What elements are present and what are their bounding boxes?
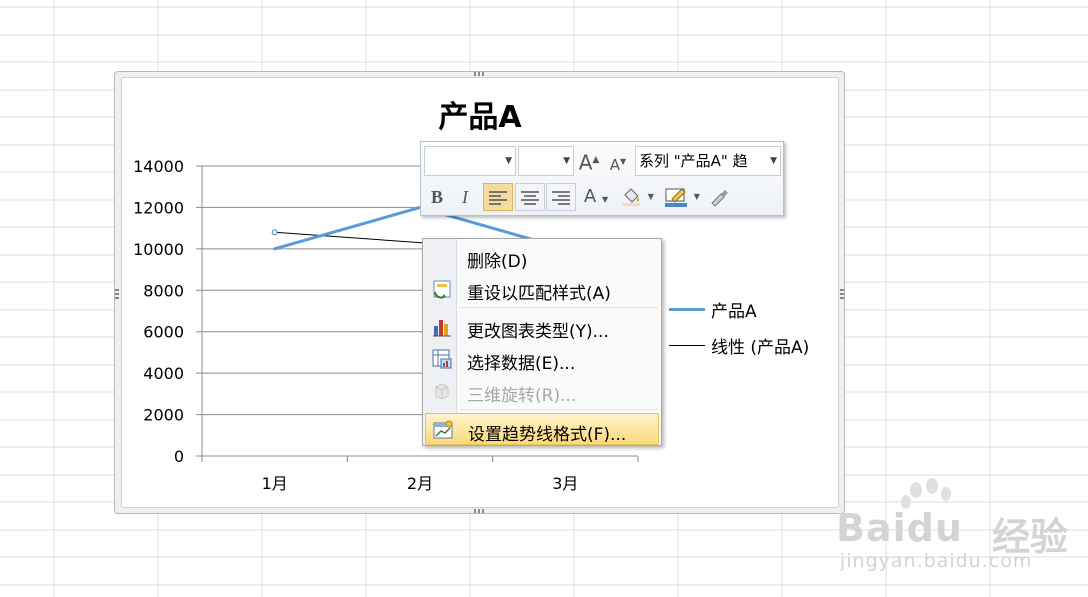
menu-item-label: 三维旋转(R)... (467, 386, 577, 406)
x-tick-label: 1月 (262, 474, 288, 493)
legend-item-product-a[interactable]: 产品A (669, 297, 757, 322)
mini-toolbar: ▼ ▼ A▲ A▼ 系列 "产品A" 趋 ▼ B I A ▼ ▼ ▼ (420, 141, 784, 216)
outline-color-button[interactable]: ▼ (661, 183, 703, 211)
y-tick-label: 4000 (143, 364, 184, 383)
legend-item-trendline[interactable]: 线性 (产品A) (669, 333, 809, 358)
3d-rotation-icon (435, 383, 449, 400)
chevron-down-icon: ▼ (563, 156, 570, 166)
shrink-font-button[interactable]: A▼ (607, 148, 629, 176)
chevron-down-icon: ▼ (601, 195, 609, 204)
data-point-product-a[interactable] (273, 247, 277, 251)
chevron-down-icon: ▼ (505, 156, 512, 166)
chevron-down-icon: ▼ (768, 147, 777, 175)
trendline-selection-handle[interactable] (271, 229, 278, 236)
legend-swatch-product-a (669, 308, 705, 311)
select-data-icon (432, 349, 452, 369)
x-tick-label: 3月 (552, 474, 578, 493)
legend-label-product-a: 产品A (711, 302, 757, 322)
font-color-icon: A (583, 186, 597, 207)
align-center-button[interactable] (515, 183, 545, 211)
paint-bucket-icon (622, 188, 641, 206)
watermark-url: jingyan.baidu.com (840, 550, 1033, 572)
format-painter-icon (711, 190, 728, 207)
menu-separator (461, 307, 657, 308)
menu-item-label: 更改图表类型(Y)... (467, 322, 609, 342)
menu-item-format-trendline[interactable]: 设置趋势线格式(F)... (425, 413, 659, 445)
align-right-button[interactable] (546, 183, 576, 211)
y-tick-label: 0 (174, 447, 184, 466)
x-tick-label: 2月 (407, 474, 433, 493)
bold-button[interactable]: B (425, 183, 449, 211)
y-tick-label: 14000 (133, 157, 184, 176)
reset-style-icon (433, 280, 451, 299)
menu-item-select-data[interactable]: 选择数据(E)... (425, 343, 659, 375)
chevron-down-icon: ▼ (647, 192, 654, 201)
menu-item-label: 删除(D) (467, 252, 528, 272)
font-name-combo[interactable]: ▼ (424, 146, 516, 176)
fill-color-button[interactable]: ▼ (617, 183, 657, 211)
y-tick-label: 12000 (133, 198, 184, 217)
legend-label-trendline: 线性 (产品A) (711, 338, 810, 358)
menu-item-3d-rotation[interactable]: 三维旋转(R)... (425, 375, 659, 407)
grow-font-button[interactable]: A▲ (578, 146, 600, 175)
legend-swatch-trendline (669, 345, 705, 346)
chart-element-selector[interactable]: 系列 "产品A" 趋 ▼ (635, 146, 781, 176)
shrink-font-icon: A (609, 156, 621, 174)
menu-item-label: 选择数据(E)... (467, 354, 576, 374)
watermark-brand: Baidu (836, 506, 963, 550)
y-tick-label: 6000 (143, 323, 184, 342)
y-tick-label: 8000 (143, 281, 184, 300)
format-trendline-icon (433, 420, 453, 439)
y-tick-label: 10000 (133, 240, 184, 259)
align-left-icon (489, 191, 507, 205)
menu-item-delete[interactable]: 删除(D) (425, 241, 659, 273)
chevron-down-icon: ▼ (693, 192, 700, 201)
align-center-icon (521, 191, 539, 205)
menu-separator (461, 409, 657, 410)
baidu-jingyan-watermark: Baidu 经验 jingyan.baidu.com (832, 478, 1082, 578)
menu-item-reset-style[interactable]: 重设以匹配样式(A) (425, 273, 659, 305)
grow-font-icon: A (578, 150, 593, 175)
menu-item-label: 设置趋势线格式(F)... (468, 425, 627, 445)
align-right-icon (552, 191, 570, 205)
menu-item-label: 重设以匹配样式(A) (467, 284, 611, 304)
menu-item-change-chart-type[interactable]: 更改图表类型(Y)... (425, 311, 659, 343)
italic-button[interactable]: I (453, 183, 477, 211)
chart-type-icon (433, 320, 451, 337)
font-size-combo[interactable]: ▼ (518, 146, 574, 176)
chart-element-value: 系列 "产品A" 趋 (639, 152, 748, 170)
format-painter-button[interactable] (707, 183, 733, 211)
font-color-button[interactable]: A ▼ (579, 183, 613, 211)
context-menu: 删除(D) 重设以匹配样式(A) 更改图表类型(Y)... 选择数据(E)...… (422, 238, 662, 446)
align-left-button[interactable] (483, 183, 513, 211)
y-tick-label: 2000 (143, 406, 184, 425)
pen-outline-icon (665, 188, 688, 207)
